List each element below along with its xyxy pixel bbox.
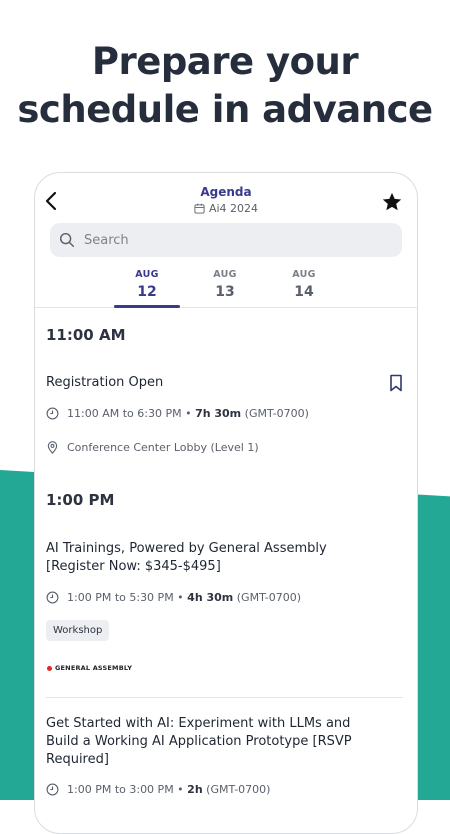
- headline-line-1: Prepare your: [91, 40, 359, 83]
- session-duration: 7h 30m: [195, 407, 242, 420]
- tab-day-number: 13: [215, 284, 235, 300]
- tab-day-14[interactable]: AUG 14: [271, 269, 337, 300]
- headline: Prepare your schedule in advance: [0, 38, 450, 134]
- title-block: Agenda Ai4 2024: [35, 185, 417, 215]
- session-tag: Workshop: [46, 620, 110, 641]
- session-title-line: Required]: [46, 752, 109, 767]
- event-name: Ai4 2024: [208, 202, 259, 215]
- session-time-row: 1:00 PM to 3:00 PM • 2h (GMT-0700): [46, 783, 270, 796]
- session-time-range: 1:00 PM to 5:30 PM: [67, 591, 174, 604]
- search-bar[interactable]: [50, 223, 402, 257]
- tab-month: AUG: [292, 269, 316, 280]
- time-header: 11:00 AM: [46, 326, 126, 344]
- session-title[interactable]: Get Started with AI: Experiment with LLM…: [46, 715, 377, 769]
- session-duration: 2h: [187, 783, 203, 796]
- headline-line-2: schedule in advance: [17, 88, 433, 131]
- tab-day-12[interactable]: AUG 12: [114, 269, 180, 308]
- tab-month: AUG: [213, 269, 237, 280]
- star-icon[interactable]: [381, 191, 403, 213]
- divider: [46, 697, 403, 698]
- search-icon: [59, 232, 75, 248]
- session-location-row: Conference Center Lobby (Level 1): [46, 441, 259, 454]
- session-duration: 4h 30m: [187, 591, 234, 604]
- top-bar: Agenda Ai4 2024: [35, 173, 417, 223]
- clock-icon: [46, 783, 59, 796]
- sponsor-dot-icon: [47, 665, 52, 671]
- clock-icon: [46, 407, 59, 420]
- event-subtitle: Ai4 2024: [35, 202, 417, 215]
- session-timezone: (GMT-0700): [244, 407, 309, 420]
- location-pin-icon: [47, 441, 58, 454]
- tab-day-13[interactable]: AUG 13: [192, 269, 258, 300]
- session-title-line: AI Trainings, Powered by General Assembl…: [46, 541, 327, 556]
- session-time-range: 1:00 PM to 3:00 PM: [67, 783, 174, 796]
- session-timezone: (GMT-0700): [206, 783, 271, 796]
- session-title[interactable]: Registration Open: [46, 374, 377, 392]
- clock-icon: [46, 591, 59, 604]
- phone-frame: Agenda Ai4 2024 AUG 12: [34, 172, 418, 834]
- session-title[interactable]: AI Trainings, Powered by General Assembl…: [46, 540, 377, 576]
- tab-month: AUG: [135, 269, 159, 280]
- bookmark-icon[interactable]: [389, 374, 403, 392]
- search-input[interactable]: [82, 231, 366, 249]
- session-time-range: 11:00 AM to 6:30 PM: [67, 407, 182, 420]
- tab-day-number: 12: [137, 284, 157, 300]
- tab-day-number: 14: [294, 284, 314, 300]
- session-location: Conference Center Lobby (Level 1): [67, 441, 259, 454]
- sponsor-logo: GENERAL ASSEMBLY: [47, 664, 132, 672]
- session-title-line: Build a Working AI Application Prototype…: [46, 734, 352, 749]
- day-tabs: AUG 12 AUG 13 AUG 14: [35, 269, 417, 308]
- page-title: Agenda: [200, 185, 252, 199]
- session-timezone: (GMT-0700): [236, 591, 302, 604]
- session-time-row: 11:00 AM to 6:30 PM • 7h 30m (GMT-0700): [46, 407, 309, 420]
- session-title-line: [Register Now: $345-$495]: [46, 559, 221, 574]
- calendar-icon: [194, 203, 205, 214]
- time-header: 1:00 PM: [46, 491, 115, 509]
- session-title-line: Get Started with AI: Experiment with LLM…: [46, 716, 351, 731]
- sponsor-name: GENERAL ASSEMBLY: [55, 664, 133, 672]
- session-time-row: 1:00 PM to 5:30 PM • 4h 30m (GMT-0700): [46, 591, 301, 604]
